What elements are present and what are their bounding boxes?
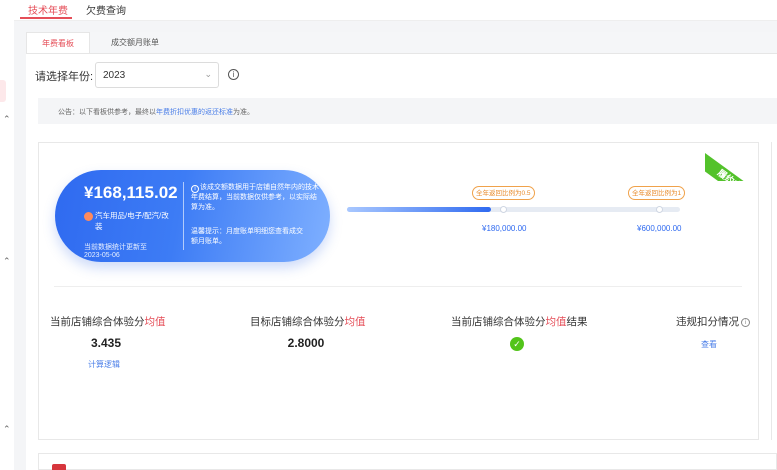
score-result-title-suffix: 结果 (566, 316, 588, 328)
adjacent-card-edge (771, 142, 777, 440)
status-ribbon: 履约中 (705, 143, 759, 181)
current-score-title: 当前店铺综合体验分均值 (50, 314, 166, 329)
turnover-tip: 温馨提示：月度账单明细您查看成交额月账单。 (191, 228, 303, 245)
notice-bar: 公告：以下看板供参考，最终以年费折扣优惠的返还标准为准。 (38, 98, 777, 124)
view-violation-link[interactable]: 查看 (701, 339, 717, 350)
turnover-summary-pill: ¥168,115.02 汽车用品/电子/配汽/改装 当前数据统计更新至 2023… (55, 170, 330, 262)
milestone-value: ¥600,000.00 (637, 224, 682, 233)
notice-prefix: 公告：以下看板供参考，最终以 (58, 109, 156, 116)
tab-tech-annual-fee[interactable]: 技术年费 (28, 2, 68, 17)
active-tab-indicator (20, 17, 72, 19)
top-tab-bar: 技术年费 欠费查询 (14, 0, 777, 21)
violation-title-text: 违规扣分情况 (676, 316, 739, 328)
chevron-up-icon[interactable]: ⌃ (3, 114, 11, 125)
target-score-title-text: 目标店铺综合体验分 (250, 316, 345, 328)
turnover-amount: ¥168,115.02 (84, 183, 178, 202)
chevron-down-icon: ⌄ (204, 69, 212, 79)
milestone-tag: 全年返回比例为1 (628, 186, 686, 200)
target-score-title: 目标店铺综合体验分均值 (250, 314, 366, 329)
check-circle-icon: ✓ (510, 337, 524, 351)
notice-suffix: 为准。 (233, 109, 254, 116)
calc-logic-link[interactable]: 计算逻辑 (88, 359, 120, 370)
progress-fill (347, 207, 491, 212)
current-score-title-highlight: 均值 (144, 316, 166, 328)
milestone-value: ¥180,000.00 (482, 224, 527, 233)
tab-arrears-query[interactable]: 欠费查询 (86, 2, 126, 17)
info-circle-icon: i (191, 185, 199, 193)
year-filter-label: 请选择年份: (35, 71, 94, 83)
turnover-info-text: 该成交额数据用于店铺自然年内的技术年费结算，当前数据仅供参考，以实际结算为准。 (191, 184, 319, 211)
sub-tab-bar: 年费看板 成交额月账单 (26, 32, 777, 54)
card-icon (52, 464, 66, 470)
target-score-title-highlight: 均值 (344, 316, 366, 328)
current-score-value: 3.435 (90, 336, 122, 350)
turnover-info: i 该成交额数据用于店铺自然年内的技术年费结算，当前数据仅供参考，以实际结算为准。 (191, 183, 321, 213)
year-select-value: 2023 (103, 70, 126, 81)
pill-divider (183, 182, 184, 250)
status-ribbon-band: 履约中 (705, 153, 759, 181)
side-nav-strip: ⌃ ⌃ ⌃ (0, 0, 14, 470)
year-select[interactable]: 2023 ⌄ (95, 62, 219, 88)
info-circle-icon[interactable]: i (228, 69, 239, 80)
tab-monthly-bill[interactable]: 成交额月账单 (100, 32, 170, 53)
notice-link[interactable]: 年费折扣优惠的返还标准 (156, 109, 233, 116)
current-score-title-text: 当前店铺综合体验分 (50, 316, 145, 328)
milestone-tag: 全年返回比例为0.5 (472, 186, 535, 200)
milestone-node (500, 206, 507, 213)
target-score-value: 2.8000 (287, 336, 325, 350)
next-card-edge (38, 453, 777, 470)
category-label: 汽车用品/电子/配汽/改装 (95, 211, 169, 231)
chevron-up-icon[interactable]: ⌃ (3, 256, 11, 267)
category-icon (84, 212, 93, 221)
score-result-title-highlight: 均值 (545, 316, 567, 328)
violation-title: 违规扣分情况 i (673, 314, 753, 329)
update-date: 2023-05-06 (84, 252, 120, 259)
chevron-up-icon[interactable]: ⌃ (3, 424, 11, 435)
update-label: 当前数据统计更新至 (84, 244, 147, 251)
score-result-title-text: 当前店铺综合体验分 (451, 316, 546, 328)
score-result-title: 当前店铺综合体验分均值结果 (451, 314, 588, 329)
notice-text: 公告：以下看板供参考，最终以年费折扣优惠的返还标准为准。 (58, 107, 254, 117)
card-divider (54, 286, 742, 287)
status-ribbon-label: 履约中 (715, 167, 744, 181)
side-nav-active-marker (0, 80, 6, 102)
info-circle-icon[interactable]: i (741, 318, 750, 327)
milestone-node (656, 206, 663, 213)
tab-fee-dashboard[interactable]: 年费看板 (26, 32, 90, 53)
